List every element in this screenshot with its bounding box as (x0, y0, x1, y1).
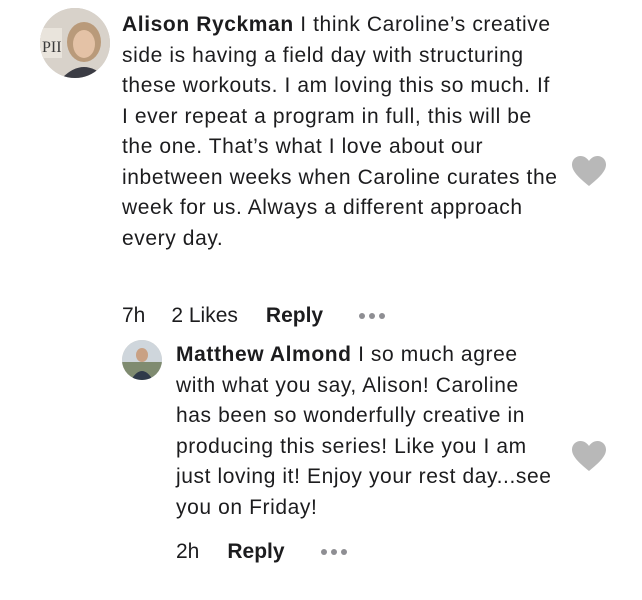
comment-meta: 7h 2 Likes Reply (122, 302, 386, 330)
avatar[interactable]: PII (40, 8, 110, 78)
comment-author[interactable]: Matthew Almond (176, 343, 352, 366)
avatar-photo: PII (40, 8, 110, 78)
comment-meta: 2h Reply (176, 538, 347, 566)
svg-text:PII: PII (42, 39, 62, 56)
comment-time: 2h (176, 540, 200, 563)
more-options-icon[interactable] (359, 313, 386, 319)
comment-body: Matthew Almond I so much agree with what… (176, 340, 556, 523)
heart-icon[interactable] (571, 155, 607, 187)
reply-button[interactable]: Reply (227, 540, 284, 564)
comment-item: PII Alison Ryckman I think Caroline’s cr… (0, 0, 642, 340)
avatar-photo (122, 340, 162, 380)
reply-button[interactable]: Reply (266, 304, 323, 328)
comment-author[interactable]: Alison Ryckman (122, 13, 294, 36)
likes-count[interactable]: 2 Likes (171, 304, 238, 328)
comment-text: I so much agree with what you say, Aliso… (176, 343, 552, 519)
reply-comment-item: Matthew Almond I so much agree with what… (0, 330, 642, 590)
comment-text: I think Caroline’s creative side is havi… (122, 13, 558, 250)
avatar[interactable] (122, 340, 162, 380)
comment-time: 7h (122, 304, 146, 327)
heart-icon[interactable] (571, 440, 607, 472)
more-options-icon[interactable] (320, 549, 347, 555)
comment-body: Alison Ryckman I think Caroline’s creati… (122, 10, 562, 254)
